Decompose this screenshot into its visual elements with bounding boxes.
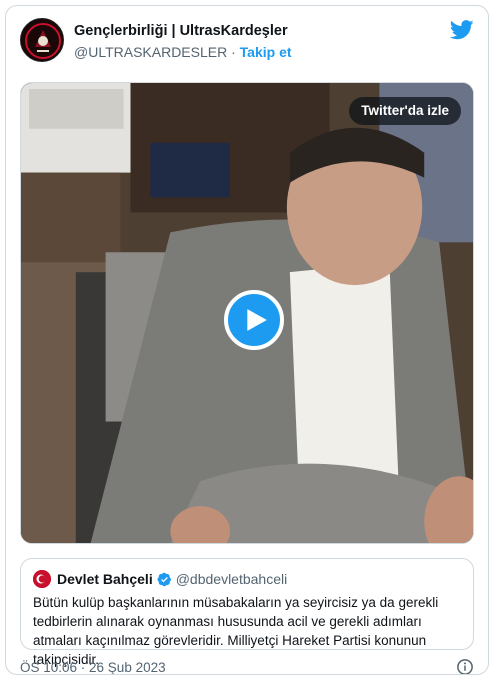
crescent-avatar-icon — [33, 570, 51, 588]
verified-badge-icon — [157, 572, 171, 586]
quoted-tweet[interactable]: Devlet Bahçeli @dbdevletbahceli Bütün ku… — [20, 558, 474, 667]
twitter-bird-icon[interactable] — [450, 20, 474, 40]
tweet-header: Gençlerbirliği | UltrasKardeşler @ULTRAS… — [20, 18, 474, 64]
follow-button[interactable]: Takip et — [240, 44, 292, 60]
avatar-crest-icon — [21, 19, 63, 61]
info-icon[interactable] — [456, 658, 474, 675]
quoted-tweet-header: Devlet Bahçeli @dbdevletbahceli — [33, 569, 461, 589]
separator-dot: · — [231, 44, 236, 60]
author-handle[interactable]: @ULTRASKARDESLER — [74, 44, 227, 60]
tweet-embed-card[interactable]: Gençlerbirliği | UltrasKardeşler @ULTRAS… — [5, 5, 489, 675]
quoted-author-avatar[interactable] — [33, 570, 51, 588]
watch-on-twitter-badge[interactable]: Twitter'da izle — [349, 97, 461, 125]
author-avatar[interactable] — [20, 18, 64, 62]
quoted-author-handle[interactable]: @dbdevletbahceli — [176, 571, 288, 587]
video-player[interactable]: Twitter'da izle — [20, 82, 474, 544]
quoted-author-name[interactable]: Devlet Bahçeli — [57, 571, 153, 587]
author-info: Gençlerbirliği | UltrasKardeşler @ULTRAS… — [74, 22, 292, 62]
author-handle-row: @ULTRASKARDESLER · Takip et — [74, 42, 292, 62]
author-display-name[interactable]: Gençlerbirliği | UltrasKardeşler — [74, 22, 292, 40]
play-icon — [247, 309, 267, 331]
tweet-footer: ÖS 10:06 · 26 Şub 2023 — [20, 658, 474, 675]
play-button[interactable] — [224, 290, 284, 350]
tweet-timestamp[interactable]: ÖS 10:06 · 26 Şub 2023 — [20, 660, 166, 674]
